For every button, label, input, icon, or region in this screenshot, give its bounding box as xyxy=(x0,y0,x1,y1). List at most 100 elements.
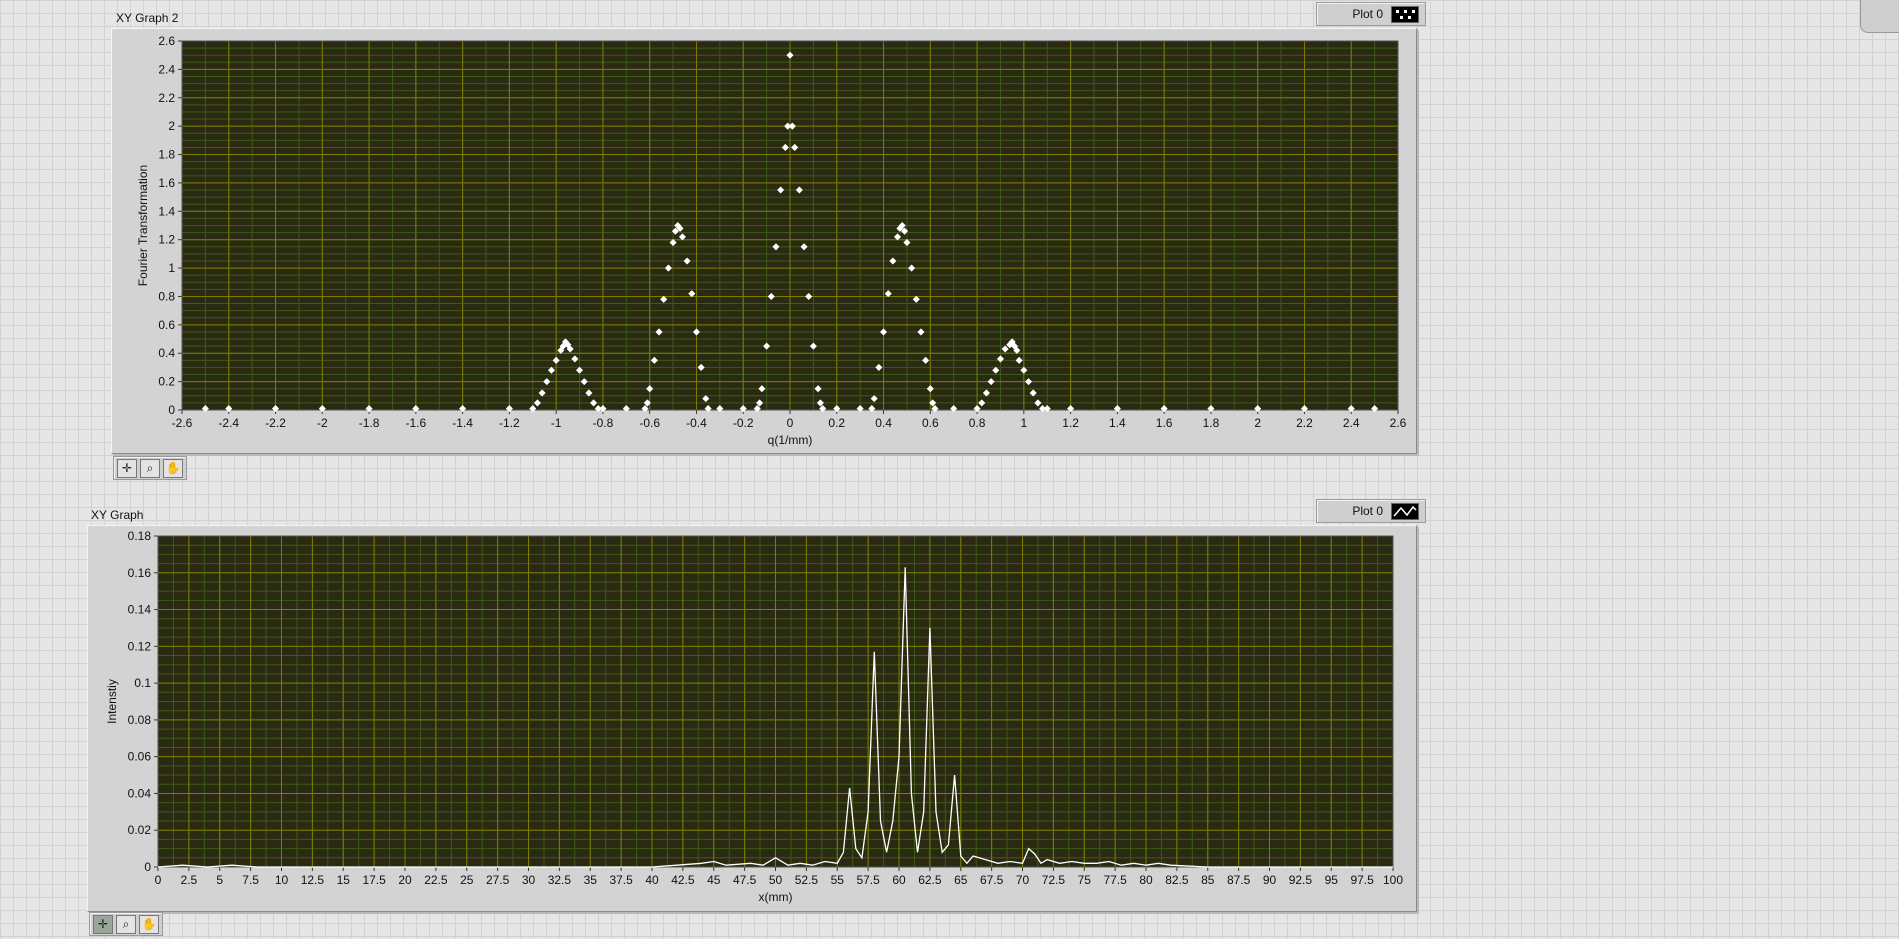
x-tick-label: 95 xyxy=(1325,873,1339,887)
x-axis-label: q(1/mm) xyxy=(768,433,813,447)
x-tick-label: 50 xyxy=(769,873,783,887)
y-tick-label: 0.2 xyxy=(158,375,175,389)
x-tick-label: -1 xyxy=(551,416,562,430)
x-tick-label: 2.4 xyxy=(1343,416,1360,430)
x-tick-label: -0.4 xyxy=(686,416,707,430)
x-tick-label: 72.5 xyxy=(1042,873,1066,887)
y-tick-label: 0.08 xyxy=(128,713,152,727)
x-tick-label: 52.5 xyxy=(795,873,819,887)
pan-hand-tool-icon[interactable]: ✋ xyxy=(163,458,183,478)
x-axis-label: x(mm) xyxy=(759,890,793,904)
pan-hand-tool-icon[interactable]: ✋ xyxy=(139,914,159,934)
x-tick-label: 0.2 xyxy=(828,416,845,430)
graph1-label: XY Graph xyxy=(91,508,144,522)
x-tick-label: 17.5 xyxy=(362,873,386,887)
x-tick-label: 2.6 xyxy=(1390,416,1407,430)
graph1-tool-palette[interactable]: ✛ ⌕ ✋ xyxy=(89,912,163,936)
y-tick-label: 1.8 xyxy=(158,148,175,162)
y-tick-label: 1 xyxy=(168,261,175,275)
graph2-legend-label: Plot 0 xyxy=(1352,7,1383,21)
x-tick-label: 27.5 xyxy=(486,873,510,887)
graph2-plot[interactable]: -2.6 -2.4 -2.2 -2 -1.8 -1.6 -1.4 -1.2 -1 -0.8 -0.6… xyxy=(112,29,1416,453)
x-tick-label: 10 xyxy=(275,873,289,887)
x-tick-label: 92.5 xyxy=(1289,873,1313,887)
x-tick-label: 70 xyxy=(1016,873,1030,887)
graph2-plot-legend[interactable]: Plot 0 xyxy=(1316,2,1426,26)
graph2-label: XY Graph 2 xyxy=(116,11,179,25)
x-tick-label: 2.5 xyxy=(181,873,198,887)
y-tick-label: 0.18 xyxy=(128,529,152,543)
line-trace-icon xyxy=(1391,502,1419,520)
x-tick-label: 0.4 xyxy=(875,416,892,430)
y-tick-label: 0.4 xyxy=(158,346,175,360)
y-tick-label: 0.16 xyxy=(128,566,152,580)
x-tick-label: 42.5 xyxy=(671,873,695,887)
x-tick-label: 60 xyxy=(892,873,906,887)
y-axis-label: Fourier Transformation xyxy=(136,165,150,286)
zoom-tool-icon[interactable]: ⌕ xyxy=(140,458,160,478)
y-tick-label: 2 xyxy=(168,119,175,133)
scatter-points-icon xyxy=(1391,5,1419,23)
x-tick-label: -2.2 xyxy=(265,416,286,430)
window-corner-tab[interactable] xyxy=(1860,0,1899,33)
x-tick-label: 57.5 xyxy=(856,873,880,887)
x-tick-label: 0.8 xyxy=(969,416,986,430)
x-tick-label: 97.5 xyxy=(1350,873,1374,887)
y-tick-label: 0.1 xyxy=(134,676,151,690)
graph1-frame[interactable]: 0 2.5 5 7.5 10 12.5 15 17.5 20 22.5 25 27.5 30 32.5 35… xyxy=(87,525,1417,912)
y-tick-label: 0.12 xyxy=(128,639,152,653)
x-tick-label: 1.4 xyxy=(1109,416,1126,430)
cursor-tool-icon[interactable]: ✛ xyxy=(93,914,113,934)
x-tick-label: 5 xyxy=(216,873,223,887)
x-tick-label: 30 xyxy=(522,873,536,887)
y-tick-label: 2.4 xyxy=(158,62,175,76)
x-tick-label: 85 xyxy=(1201,873,1215,887)
x-tick-label: 80 xyxy=(1139,873,1153,887)
x-tick-label: 1 xyxy=(1021,416,1028,430)
x-tick-label: 100 xyxy=(1383,873,1403,887)
y-tick-label: 0 xyxy=(144,860,151,874)
y-tick-label: 0.06 xyxy=(128,750,152,764)
x-tick-label: 47.5 xyxy=(733,873,757,887)
x-tick-label: 0 xyxy=(787,416,794,430)
x-tick-label: -2 xyxy=(317,416,328,430)
cursor-tool-icon[interactable]: ✛ xyxy=(117,458,137,478)
y-axis-label: Intenstiy xyxy=(105,679,119,724)
x-tick-label: 77.5 xyxy=(1103,873,1127,887)
x-tick-label: 75 xyxy=(1078,873,1092,887)
graph2-tool-palette[interactable]: ✛ ⌕ ✋ xyxy=(113,456,187,480)
graph1-plot[interactable]: 0 2.5 5 7.5 10 12.5 15 17.5 20 22.5 25 27.5 30 32.5 35… xyxy=(88,526,1416,911)
y-tick-label: 1.2 xyxy=(158,233,175,247)
x-tick-label: 22.5 xyxy=(424,873,448,887)
x-tick-label: 90 xyxy=(1263,873,1277,887)
x-tick-label: -0.8 xyxy=(593,416,614,430)
x-tick-label: 35 xyxy=(584,873,598,887)
y-tick-label: 1.4 xyxy=(158,204,175,218)
x-tick-label: -0.2 xyxy=(733,416,754,430)
x-tick-label: 0.6 xyxy=(922,416,939,430)
x-tick-label: 1.6 xyxy=(1156,416,1173,430)
graph1-plot-legend[interactable]: Plot 0 xyxy=(1316,499,1426,523)
x-tick-label: 15 xyxy=(337,873,351,887)
y-tick-label: 1.6 xyxy=(158,176,175,190)
major-grid xyxy=(157,535,1394,868)
y-tick-label: 0.04 xyxy=(128,786,152,800)
x-tick-label: 67.5 xyxy=(980,873,1004,887)
x-tick-label: 25 xyxy=(460,873,474,887)
y-tick-label: 2.6 xyxy=(158,34,175,48)
x-tick-label: 20 xyxy=(398,873,412,887)
x-tick-label: 40 xyxy=(645,873,659,887)
x-tick-label: 55 xyxy=(831,873,845,887)
x-tick-label: -1.6 xyxy=(406,416,427,430)
x-tick-label: 1.2 xyxy=(1062,416,1079,430)
x-tick-label: -0.6 xyxy=(639,416,660,430)
x-tick-label: 45 xyxy=(707,873,721,887)
x-tick-label: -1.4 xyxy=(452,416,473,430)
x-tick-label: 62.5 xyxy=(918,873,942,887)
y-tick-label: 0.6 xyxy=(158,318,175,332)
zoom-tool-icon[interactable]: ⌕ xyxy=(116,914,136,934)
graph2-frame[interactable]: -2.6 -2.4 -2.2 -2 -1.8 -1.6 -1.4 -1.2 -1 -0.8 -0.6… xyxy=(111,28,1417,454)
x-tick-label: -2.6 xyxy=(172,416,193,430)
x-tick-label: 82.5 xyxy=(1165,873,1189,887)
x-tick-label: 7.5 xyxy=(242,873,259,887)
